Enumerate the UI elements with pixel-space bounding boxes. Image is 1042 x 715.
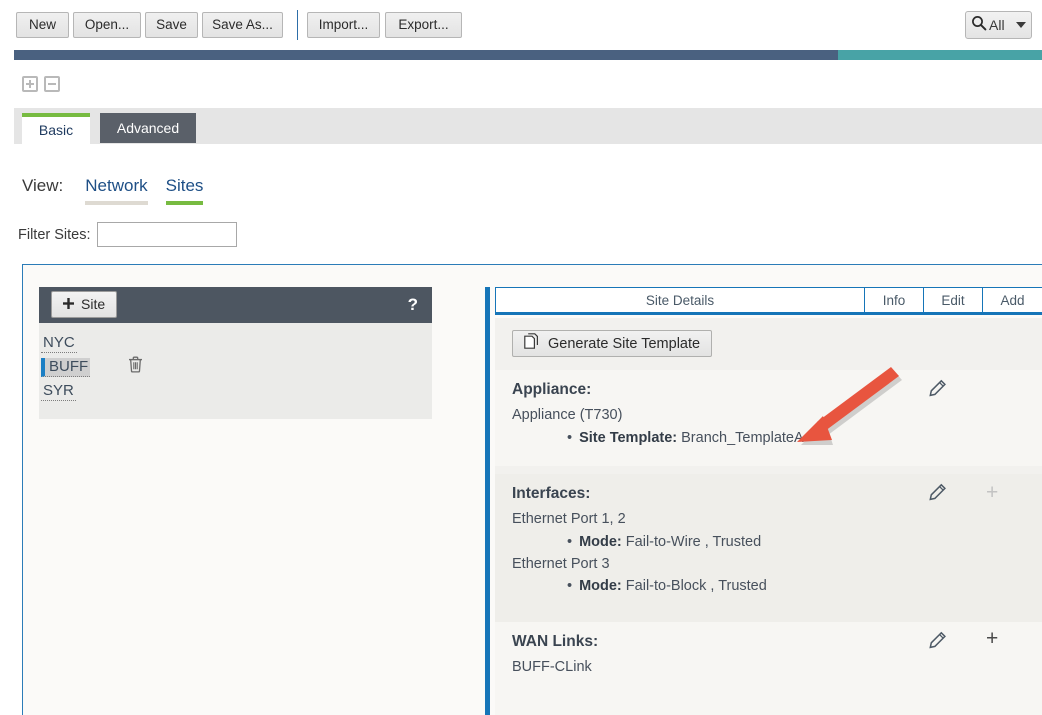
view-link-sites[interactable]: Sites bbox=[165, 176, 204, 205]
tab-edit[interactable]: Edit bbox=[924, 288, 983, 312]
bullet-value: Fail-to-Wire , Trusted bbox=[625, 534, 762, 550]
generate-site-template-label: Generate Site Template bbox=[548, 335, 701, 352]
application-window: New Open... Save Save As... Import... Ex… bbox=[0, 0, 1042, 715]
mode-tab-strip: Basic Advanced bbox=[14, 108, 1042, 144]
list-item[interactable]: SYR bbox=[39, 379, 432, 403]
list-item[interactable]: BUFF bbox=[39, 355, 432, 379]
tree-controls bbox=[22, 76, 60, 92]
bullet-label: Mode: bbox=[579, 534, 622, 550]
save-button[interactable]: Save bbox=[145, 12, 198, 38]
detail-tab-bar: Site Details Info Edit Add bbox=[495, 287, 1042, 315]
section-title: WAN Links: bbox=[512, 633, 599, 650]
search-scope-button[interactable]: All bbox=[965, 11, 1032, 39]
tab-advanced[interactable]: Advanced bbox=[100, 113, 196, 143]
export-button[interactable]: Export... bbox=[385, 12, 462, 38]
bullet-icon: • bbox=[567, 578, 573, 594]
tab-site-details[interactable]: Site Details bbox=[496, 288, 865, 312]
tab-info[interactable]: Info bbox=[865, 288, 924, 312]
section-interfaces: Interfaces: Ethernet Port 1, 2 • Mode: Fa… bbox=[495, 474, 1042, 622]
filter-sites-input[interactable] bbox=[96, 222, 237, 247]
open-button[interactable]: Open... bbox=[73, 12, 141, 38]
section-title: Interfaces: bbox=[512, 485, 591, 502]
site-detail-panel: Site Details Info Edit Add Generate Site… bbox=[485, 287, 1042, 715]
appliance-model: Appliance (T730) bbox=[512, 407, 623, 423]
save-as-button[interactable]: Save As... bbox=[202, 12, 283, 38]
import-button[interactable]: Import... bbox=[307, 12, 380, 38]
filter-sites-row: Filter Sites: bbox=[18, 222, 237, 247]
help-button[interactable]: ? bbox=[408, 295, 418, 315]
section-wan-links: WAN Links: BUFF-CLink + bbox=[495, 622, 1042, 715]
site-name[interactable]: BUFF bbox=[41, 357, 91, 377]
bullet-value: Branch_TemplateA bbox=[681, 430, 804, 446]
interface-mode-2: • Mode: Fail-to-Block , Trusted bbox=[567, 578, 767, 594]
site-list-header: Site ? bbox=[39, 287, 432, 323]
new-button[interactable]: New bbox=[16, 12, 69, 38]
plus-icon bbox=[63, 292, 74, 317]
site-list: NYC BUFF SYR bbox=[39, 323, 432, 403]
tab-add[interactable]: Add bbox=[983, 288, 1042, 312]
bullet-icon: • bbox=[567, 534, 573, 550]
pencil-icon[interactable] bbox=[927, 483, 947, 508]
view-label: View: bbox=[22, 176, 64, 195]
list-item[interactable]: NYC bbox=[39, 331, 432, 355]
interface-mode-1: • Mode: Fail-to-Wire , Trusted bbox=[567, 534, 761, 550]
bullet-icon: • bbox=[567, 430, 573, 446]
search-icon bbox=[971, 15, 987, 36]
plus-icon[interactable]: + bbox=[986, 628, 998, 649]
site-name[interactable]: SYR bbox=[41, 382, 76, 401]
add-site-button[interactable]: Site bbox=[51, 291, 118, 318]
section-title: Appliance: bbox=[512, 381, 592, 398]
search-scope-label: All bbox=[989, 17, 1005, 33]
plus-icon[interactable]: + bbox=[986, 482, 998, 503]
bullet-value: Fail-to-Block , Trusted bbox=[625, 578, 767, 594]
main-toolbar: New Open... Save Save As... Import... Ex… bbox=[0, 0, 1042, 46]
trash-icon[interactable] bbox=[128, 356, 143, 378]
filter-sites-label: Filter Sites: bbox=[18, 226, 91, 243]
accent-bar-primary bbox=[14, 50, 838, 60]
interface-port-group-2: Ethernet Port 3 bbox=[512, 556, 610, 572]
appliance-site-template: • Site Template: Branch_TemplateA bbox=[567, 430, 804, 446]
add-site-label: Site bbox=[81, 296, 106, 312]
bullet-label: Mode: bbox=[579, 578, 622, 594]
accent-bar bbox=[14, 50, 1042, 60]
pencil-icon[interactable] bbox=[927, 379, 947, 404]
content-container: Site ? NYC BUFF SYR Site Details Info Ed… bbox=[22, 264, 1042, 715]
wan-link-name: BUFF-CLink bbox=[512, 659, 592, 675]
chevron-down-icon bbox=[1016, 22, 1026, 28]
toolbar-divider bbox=[297, 10, 298, 40]
view-link-network[interactable]: Network bbox=[85, 176, 148, 205]
generate-site-template-button[interactable]: Generate Site Template bbox=[512, 330, 713, 357]
minus-square-icon[interactable] bbox=[44, 76, 60, 92]
accent-bar-secondary bbox=[838, 50, 1042, 60]
view-selector: View: Network Sites bbox=[22, 176, 221, 205]
copy-pages-icon bbox=[524, 333, 540, 354]
pencil-icon[interactable] bbox=[927, 631, 947, 656]
section-appliance: Appliance: Appliance (T730) • Site Templa… bbox=[495, 370, 1042, 466]
interface-port-group-1: Ethernet Port 1, 2 bbox=[512, 511, 626, 527]
tab-basic[interactable]: Basic bbox=[22, 113, 90, 144]
site-list-panel: Site ? NYC BUFF SYR bbox=[39, 287, 432, 419]
site-name[interactable]: NYC bbox=[41, 334, 77, 353]
bullet-label: Site Template: bbox=[579, 430, 678, 446]
plus-square-icon[interactable] bbox=[22, 76, 38, 92]
detail-body: Generate Site Template Appliance: Applia… bbox=[495, 318, 1042, 715]
